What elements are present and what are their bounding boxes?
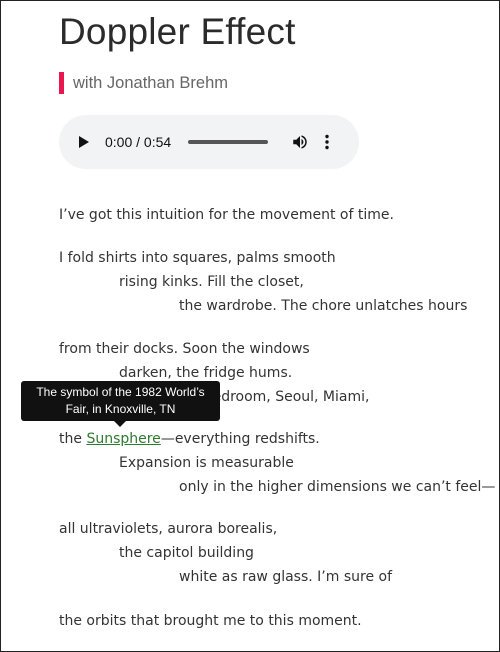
poem-line: the Sunsphere—everything redshifts. <box>59 430 320 448</box>
poem-line: white as raw glass. I’m sure of <box>179 569 393 585</box>
byline-text: with Jonathan Brehm <box>73 73 229 92</box>
poem-line: the capitol building <box>119 545 254 561</box>
byline: with Jonathan Brehm <box>59 72 228 94</box>
poem-text: the <box>59 431 87 447</box>
poem-line: from their docks. Soon the windows <box>59 341 310 357</box>
audio-player: 0:00 / 0:54 <box>59 115 359 169</box>
poem-line: all ultraviolets, aurora borealis, <box>59 521 278 537</box>
poem-line: the wardrobe. The chore unlatches hours <box>179 298 468 314</box>
volume-icon[interactable] <box>291 133 309 151</box>
poem-line: I fold shirts into squares, palms smooth <box>59 250 336 266</box>
page-title: Doppler Effect <box>59 11 296 52</box>
poem-line: only in the higher dimensions we can’t f… <box>179 479 496 495</box>
poem-line: rising kinks. Fill the closet, <box>119 274 304 290</box>
poem-line: I’ve got this intuition for the movement… <box>59 207 394 223</box>
poem-line: darken, the fridge hums. <box>119 365 293 381</box>
time-display: 0:00 / 0:54 <box>105 134 172 150</box>
tooltip: The symbol of the 1982 World’s Fair, in … <box>21 381 220 421</box>
more-vertical-icon[interactable] <box>324 134 330 150</box>
tooltip-line: The symbol of the 1982 World’s <box>36 385 205 399</box>
poem-line: the orbits that brought me to this momen… <box>59 613 362 629</box>
poem-text: —everything redshifts. <box>160 431 320 447</box>
byline-accent-bar <box>59 72 64 94</box>
poem-line: Expansion is measurable <box>119 455 294 471</box>
tooltip-line: Fair, in Knoxville, TN <box>65 402 176 416</box>
progress-bar[interactable] <box>188 140 268 144</box>
sunsphere-link[interactable]: Sunsphere <box>86 431 160 447</box>
play-icon[interactable] <box>79 136 89 148</box>
tooltip-arrow <box>114 421 126 427</box>
